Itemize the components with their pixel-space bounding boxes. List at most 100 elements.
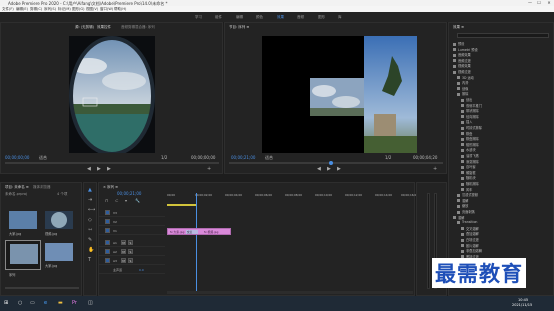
project-zoom-slider[interactable] (5, 287, 79, 289)
program-add-button-icon[interactable]: + (433, 166, 437, 172)
effects-tree-item[interactable]: 3D 运动 (453, 75, 553, 80)
effects-tree-item[interactable]: Lumetri 预设 (453, 47, 553, 52)
play-icon[interactable]: ▶ (97, 166, 101, 172)
effects-tree-item[interactable]: 溶解 (453, 198, 553, 203)
effects-tree-item[interactable]: 渐变擦除 (453, 159, 553, 164)
add-button-icon[interactable]: + (207, 166, 211, 172)
timeline-settings-icon[interactable]: 🔧 (135, 198, 140, 203)
effects-tree-item[interactable]: 非叠加溶解 (453, 248, 553, 253)
effects-tree-item[interactable]: 视频过渡 (453, 69, 553, 74)
step-forward-icon[interactable]: ▶ (107, 166, 111, 172)
effects-tree-item[interactable]: 胶片溶解 (453, 243, 553, 248)
program-tab[interactable]: 节目: 序列 ≡ (229, 25, 249, 30)
source-tab[interactable]: 源: (无剪辑) (75, 25, 94, 30)
razor-tool-icon[interactable]: ◇ (88, 217, 92, 223)
master-volume[interactable]: 0.0 (139, 268, 144, 272)
track-target-v3[interactable] (105, 210, 110, 215)
app-icon[interactable]: ◫ (88, 300, 93, 306)
type-tool-icon[interactable]: T (88, 257, 91, 263)
add-marker-icon[interactable]: ▾ (125, 198, 127, 203)
linked-selection-icon[interactable]: ⊂ (115, 198, 118, 203)
windows-start-icon[interactable]: ⊞ (4, 300, 8, 306)
workspace-effects[interactable]: 效果 (277, 15, 284, 20)
effects-tree-item[interactable]: 双侧平推门 (453, 103, 553, 108)
premiere-icon[interactable]: Pr (72, 300, 77, 306)
timeline-tab[interactable]: × 序列 ≡ (103, 185, 118, 190)
solo-a2-button[interactable]: S (128, 249, 133, 254)
workspace-assembly[interactable]: 组件 (215, 15, 222, 20)
pen-tool-icon[interactable]: ✎ (88, 237, 92, 243)
hand-tool-icon[interactable]: ✋ (88, 247, 94, 253)
effects-tree-item[interactable]: 楔形擦除 (453, 142, 553, 147)
mute-a1-button[interactable]: M (121, 240, 126, 245)
media-browser-tab[interactable]: 媒体浏览器 (33, 185, 51, 190)
effects-tree-item[interactable]: 百叶窗 (453, 164, 553, 169)
program-step-back-icon[interactable]: ◀ (317, 166, 321, 172)
effects-tree-item[interactable]: 交叉溶解 (453, 226, 553, 231)
explorer-icon[interactable]: ▬ (58, 300, 63, 306)
timeline-clip-v1[interactable]: fx 大家.jpg fx 视频.jpg 交叉 (167, 228, 231, 235)
clip-thumb-4[interactable] (45, 243, 73, 261)
mute-a2-button[interactable]: M (121, 249, 126, 254)
workspace-libraries[interactable]: 库 (338, 15, 342, 20)
effects-tree-item[interactable]: 内滑 (453, 80, 553, 85)
effects-tree-item[interactable]: 音频过渡 (453, 58, 553, 63)
workspace-learn[interactable]: 学习 (195, 15, 202, 20)
program-page[interactable]: 1/2 (385, 155, 391, 160)
edge-icon[interactable]: e (44, 300, 47, 306)
workspace-color[interactable]: 颜色 (256, 15, 263, 20)
effects-tree-item[interactable]: 视频效果 (453, 63, 553, 68)
program-fit-select[interactable]: 适合 (265, 155, 273, 161)
effects-search-input[interactable] (457, 33, 549, 38)
transition-block[interactable]: 交叉 (186, 230, 198, 234)
program-scrubber[interactable] (229, 162, 443, 164)
mute-a3-button[interactable]: M (121, 258, 126, 263)
track-target-a3[interactable] (105, 258, 110, 263)
effects-tree-item[interactable]: Transition (453, 220, 553, 225)
step-back-icon[interactable]: ◀ (87, 166, 91, 172)
effects-tree-item[interactable]: 擦除 (453, 91, 553, 96)
effects-tree-item[interactable]: 棋盘擦除 (453, 136, 553, 141)
effects-tree-item[interactable]: 螺旋框 (453, 170, 553, 175)
track-target-a1[interactable] (105, 240, 110, 245)
work-area-bar[interactable] (167, 204, 197, 206)
effects-tree-item[interactable]: 划像 (453, 86, 553, 91)
effects-tree-item[interactable]: 随机擦除 (453, 181, 553, 186)
timeline-playhead[interactable] (196, 193, 197, 293)
effects-tree-item[interactable]: 时钟式擦除 (453, 125, 553, 130)
solo-a1-button[interactable]: S (128, 240, 133, 245)
effects-tree-item[interactable]: 缩放 (453, 203, 553, 208)
workspace-editing[interactable]: 编辑 (236, 15, 243, 20)
timeline-ruler[interactable]: 00;00 00;00;02;00 00;00;04;00 00;00;06;0… (167, 193, 418, 203)
effects-tree-item[interactable]: 音频效果 (453, 52, 553, 57)
effects-tree-item[interactable]: 棋盘 (453, 131, 553, 136)
selection-tool-icon[interactable]: ▲ (88, 187, 92, 193)
effects-tree-item[interactable]: 预设 (453, 41, 553, 46)
track-select-tool-icon[interactable]: ⇥ (88, 197, 92, 203)
solo-a3-button[interactable]: S (128, 258, 133, 263)
timeline-scrollbar[interactable] (167, 291, 413, 294)
source-scrubber[interactable] (5, 162, 219, 164)
effects-tree-item[interactable]: 径向擦除 (453, 114, 553, 119)
program-step-forward-icon[interactable]: ▶ (337, 166, 341, 172)
track-target-v2[interactable] (105, 219, 110, 224)
effects-tree-item[interactable]: 白场过渡 (453, 237, 553, 242)
effects-tree-item[interactable]: 划出 (453, 97, 553, 102)
effects-tree-item[interactable]: 页面剥落 (453, 209, 553, 214)
clip-thumb-2[interactable] (45, 211, 73, 229)
timeline-timecode[interactable]: 00;00;21;00 (117, 191, 141, 196)
program-play-icon[interactable]: ▶ (327, 166, 331, 172)
effects-tree-item[interactable]: 叠加溶解 (453, 231, 553, 236)
track-target-a2[interactable] (105, 249, 110, 254)
search-taskbar-icon[interactable]: ○ (18, 300, 22, 306)
clip-thumb-1[interactable] (9, 211, 37, 229)
snap-icon[interactable]: ⊓ (105, 198, 108, 203)
workspace-graphics[interactable]: 图形 (318, 15, 325, 20)
source-fit-select[interactable]: 适合 (39, 155, 47, 161)
workspace-audio[interactable]: 音频 (297, 15, 304, 20)
effects-tree-item[interactable]: 沉浸式视频 (453, 192, 553, 197)
audio-mixer-tab[interactable]: 音频剪辑混合器: 序列 (121, 25, 155, 30)
source-page[interactable]: 1/2 (161, 155, 167, 160)
effects-tree-item[interactable]: 带状擦除 (453, 108, 553, 113)
project-tab[interactable]: 项目: 未命名 ≡ (5, 185, 29, 190)
